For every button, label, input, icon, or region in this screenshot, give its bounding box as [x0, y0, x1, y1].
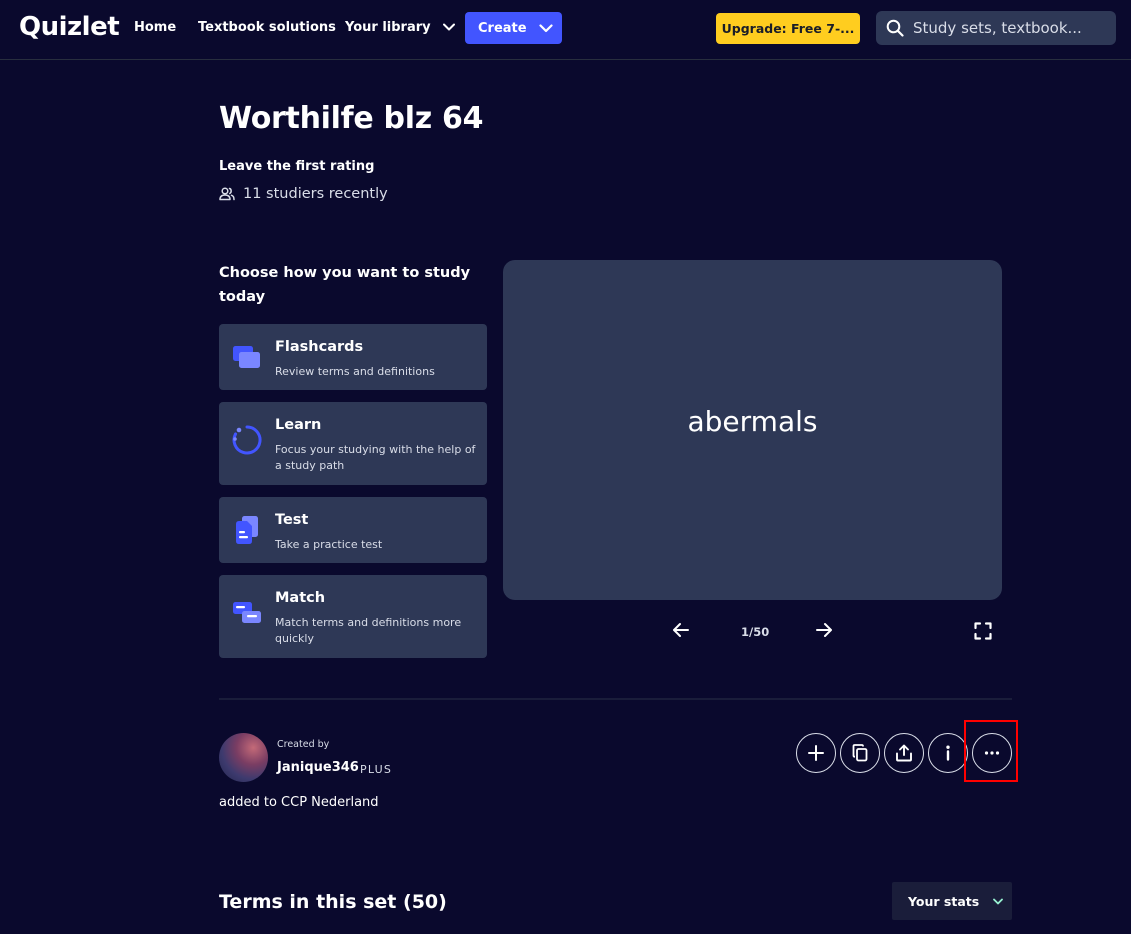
nav-library-label: Your library [345, 20, 431, 35]
section-divider [219, 698, 1012, 700]
plus-icon [808, 745, 824, 761]
created-by-label: Created by [277, 739, 330, 750]
plus-badge: PLUS [360, 763, 393, 776]
stats-label: Your stats [908, 893, 980, 909]
people-icon [219, 187, 235, 201]
info-icon [945, 745, 951, 761]
share-icon [895, 744, 913, 762]
upgrade-button[interactable]: Upgrade: Free 7-... [716, 13, 860, 44]
nav-library-dropdown[interactable]: Your library [345, 20, 456, 35]
mode-title: Match [275, 590, 326, 606]
share-button[interactable] [884, 733, 924, 773]
add-to-folder-button[interactable] [796, 733, 836, 773]
arrow-left-icon[interactable] [671, 620, 691, 640]
mode-flashcards[interactable]: Flashcards Review terms and definitions [219, 324, 487, 390]
studiers-count: 11 studiers recently [219, 186, 388, 202]
search-icon [886, 19, 904, 37]
mode-desc: Focus your studying with the help of a s… [275, 443, 476, 472]
fullscreen-icon[interactable] [974, 622, 992, 640]
card-counter: 1/50 [741, 625, 770, 639]
mode-match[interactable]: Match Match terms and definitions more q… [219, 575, 487, 658]
nav-textbook-link[interactable]: Textbook solutions [198, 20, 336, 35]
search-input[interactable] [913, 19, 1103, 37]
rating-link[interactable]: Leave the first rating [219, 159, 374, 174]
learn-icon [232, 425, 262, 455]
study-heading: Choose how you want to study today [219, 265, 471, 305]
flashcard-term: abermals [687, 404, 818, 438]
your-stats-dropdown[interactable]: Your stats [892, 882, 1012, 920]
chevron-down-icon [993, 898, 1004, 905]
creator-name-link[interactable]: Janique346 [277, 760, 359, 775]
info-button[interactable] [928, 733, 968, 773]
mode-desc: Match terms and definitions more quickly [275, 616, 462, 645]
match-icon [232, 598, 262, 628]
flashcards-icon [232, 342, 262, 372]
added-to-class-text: added to CCP Nederland [219, 795, 379, 810]
nav-home-link[interactable]: Home [134, 20, 176, 35]
create-button[interactable]: Create [465, 12, 562, 44]
set-title: Worthilfe blz 64 [219, 101, 484, 136]
mode-title: Learn [275, 417, 322, 433]
mode-title: Flashcards [275, 339, 364, 355]
quizlet-logo[interactable]: Quizlet [19, 12, 120, 42]
arrow-right-icon[interactable] [814, 620, 834, 640]
mode-desc: Take a practice test [275, 538, 383, 551]
flashcard[interactable]: abermals [503, 260, 1002, 600]
top-nav: Quizlet Home Textbook solutions Your lib… [0, 0, 1131, 60]
create-label: Create [478, 20, 527, 36]
mode-learn[interactable]: Learn Focus your studying with the help … [219, 402, 487, 485]
chevron-down-icon [538, 23, 553, 33]
test-icon [232, 515, 262, 545]
mode-test[interactable]: Test Take a practice test [219, 497, 487, 563]
mode-desc: Review terms and definitions [275, 365, 435, 378]
highlight-box [964, 720, 1018, 782]
mode-title: Test [275, 512, 309, 528]
terms-heading: Terms in this set (50) [219, 891, 447, 913]
avatar[interactable] [219, 733, 268, 782]
chevron-down-icon [443, 20, 456, 35]
search-bar[interactable] [876, 11, 1116, 45]
studiers-text: 11 studiers recently [243, 186, 388, 202]
copy-button[interactable] [840, 733, 880, 773]
copy-icon [852, 744, 868, 762]
